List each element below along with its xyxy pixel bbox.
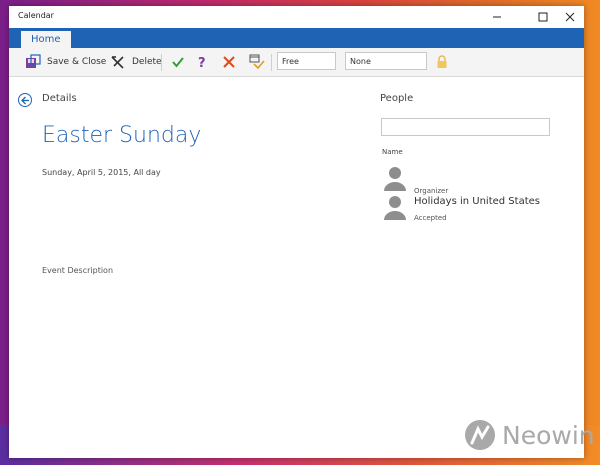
person-avatar-icon [384,167,406,191]
toolbar-separator [161,54,162,71]
toolbar: Save & Close Delete ? Free None [9,48,584,77]
details-heading: Details [42,93,77,104]
propose-new-time-icon [249,54,265,70]
lock-icon [437,55,447,68]
toolbar-separator [271,54,272,71]
close-button[interactable] [557,6,583,28]
propose-time-button[interactable] [249,54,271,70]
name-column-header: Name [382,148,403,156]
attendee-name: Holidays in United States [414,196,540,207]
attendee-role: Organizer [414,187,449,195]
show-as-select[interactable]: Free [277,52,336,70]
minimize-icon [493,16,501,18]
people-heading: People [380,93,414,104]
neowin-watermark: Neowin [464,418,595,452]
delete-icon [111,56,124,69]
save-close-button[interactable]: Save & Close [25,54,106,70]
back-arrow-icon [20,96,29,104]
decline-x-icon [223,56,235,68]
attendee-role: Accepted [414,214,447,222]
watermark-text: Neowin [502,420,595,450]
event-content: Details Easter Sunday Sunday, April 5, 2… [9,77,584,458]
maximize-icon [538,12,548,22]
back-button[interactable] [18,93,32,107]
decline-button[interactable] [222,54,242,70]
neowin-logo-icon [465,420,495,450]
event-description-field[interactable]: Event Description [42,266,113,275]
reminder-select[interactable]: None [345,52,427,70]
window-title: Calendar [18,11,54,20]
save-close-label: Save & Close [47,57,107,67]
people-search-input[interactable] [381,118,550,136]
question-mark-icon: ? [198,56,206,69]
tentative-button[interactable]: ? [195,54,215,70]
minimize-button[interactable] [484,6,510,28]
save-close-icon [26,54,41,68]
event-title[interactable]: Easter Sunday [42,123,201,148]
delete-label: Delete [132,57,162,67]
svg-text:?: ? [198,56,206,69]
accept-button[interactable] [171,54,191,70]
tab-home[interactable]: Home [21,31,71,48]
person-avatar-icon [384,196,406,220]
ribbon-tab-bar: Home [9,28,584,48]
maximize-button[interactable] [530,6,556,28]
checkmark-icon [172,57,184,68]
delete-button[interactable]: Delete [110,54,162,70]
private-button[interactable] [436,54,454,70]
event-date[interactable]: Sunday, April 5, 2015, All day [42,168,161,177]
title-bar: Calendar [9,6,584,28]
close-icon [565,12,575,22]
calendar-window: Calendar Home Save & Close Delete ? Free… [9,6,584,458]
